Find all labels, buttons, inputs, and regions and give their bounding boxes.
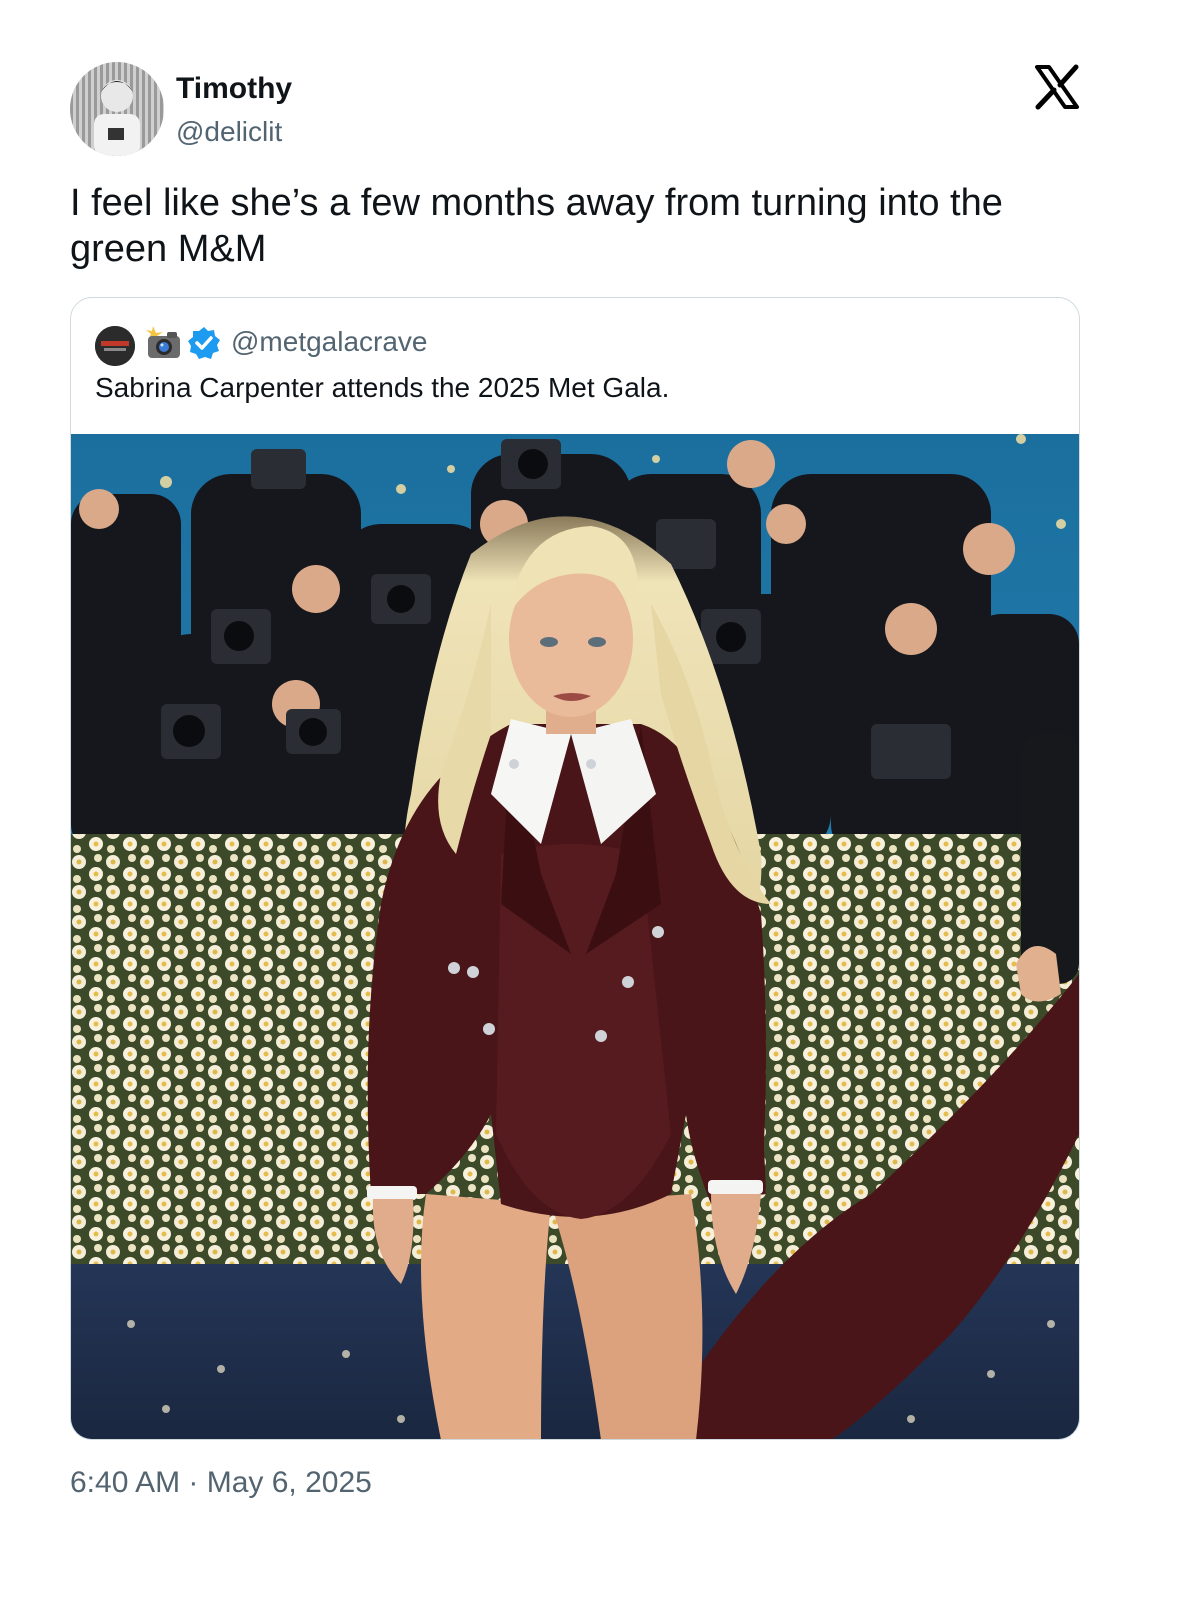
- tweet-timestamp[interactable]: 6:40 AM · May 6, 2025: [70, 1466, 372, 1500]
- quoted-author-handle[interactable]: @metgalacrave: [231, 326, 428, 358]
- author-display-name[interactable]: Timothy: [176, 72, 292, 106]
- verified-badge-icon: [187, 326, 221, 360]
- quoted-tweet-card[interactable]: @metgalacrave Sabrina Carpenter attends …: [70, 297, 1080, 1440]
- quoted-author-avatar[interactable]: [95, 326, 135, 366]
- tweet-text: I feel like she’s a few months away from…: [70, 182, 1003, 270]
- author-avatar[interactable]: [70, 62, 164, 156]
- quoted-tweet-photo[interactable]: [71, 434, 1079, 1439]
- quoted-tweet-text: Sabrina Carpenter attends the 2025 Met G…: [95, 372, 670, 403]
- author-handle[interactable]: @deliclit: [176, 116, 282, 148]
- camera-flash-icon: [145, 324, 183, 362]
- x-logo-icon[interactable]: [1034, 64, 1080, 110]
